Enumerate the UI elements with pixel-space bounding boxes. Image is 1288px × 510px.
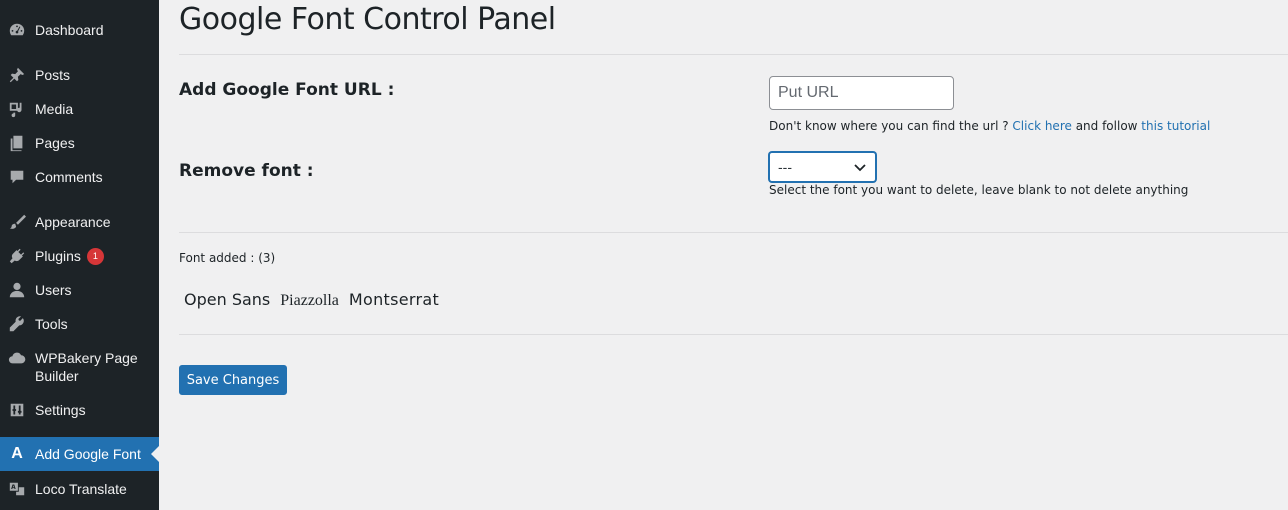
current-indicator-arrow [151, 446, 159, 462]
font-preview-item: Open Sans [184, 290, 271, 309]
sidebar-item-loco-translate[interactable]: Loco Translate [0, 479, 159, 499]
sidebar-item-settings[interactable]: Settings [0, 400, 159, 420]
sidebar-item-dashboard[interactable]: Dashboard [0, 20, 159, 40]
sidebar-item-label: Posts [35, 67, 71, 83]
dashboard-icon [7, 20, 27, 40]
font-preview-item: Montserrat [348, 290, 440, 309]
sidebar-item-label: WPBakery Page [35, 350, 138, 366]
sidebar-item-add-google-font[interactable]: A Add Google Font [0, 437, 159, 471]
tutorial-link[interactable]: this tutorial [1141, 119, 1210, 133]
divider [179, 54, 1288, 55]
save-changes-button[interactable]: Save Changes [179, 365, 287, 395]
sidebar-item-label: Dashboard [35, 22, 104, 38]
pushpin-icon [7, 65, 27, 85]
main-content: Google Font Control Panel Add Google Fon… [179, 0, 1288, 510]
remove-font-select[interactable]: --- [769, 152, 876, 182]
sidebar-item-appearance[interactable]: Appearance [0, 212, 159, 232]
sidebar-item-label: Settings [35, 402, 86, 418]
sidebar-item-posts[interactable]: Posts [0, 65, 159, 85]
sidebar-item-comments[interactable]: Comments [0, 167, 159, 187]
sidebar-item-pages[interactable]: Pages [0, 133, 159, 153]
add-font-url-label: Add Google Font URL : [179, 80, 395, 100]
plugin-icon [7, 246, 27, 266]
chevron-down-icon [854, 164, 866, 172]
fonts-added-count: Font added : (3) [179, 251, 276, 265]
font-url-input[interactable] [769, 76, 954, 110]
font-preview-item: Piazzolla [280, 292, 339, 309]
divider [179, 232, 1288, 233]
wrench-icon [7, 314, 27, 334]
letter-a-icon: A [11, 445, 23, 462]
remove-font-help-text: Select the font you want to delete, leav… [769, 183, 1189, 197]
admin-sidebar: Dashboard Posts Media Pages Comments App… [0, 0, 159, 510]
update-count-badge: 1 [86, 248, 104, 265]
sidebar-item-tools[interactable]: Tools [0, 314, 159, 334]
sidebar-item-plugins[interactable]: Plugins 1 [0, 246, 159, 266]
sidebar-item-label: Comments [35, 169, 103, 185]
sidebar-item-label: Users [35, 282, 72, 298]
sidebar-item-label: Media [35, 101, 74, 117]
paintbrush-icon [7, 212, 27, 232]
sidebar-item-label: Tools [35, 316, 68, 332]
sidebar-item-media[interactable]: Media [0, 99, 159, 119]
url-help-text: Don't know where you can find the url ? … [769, 119, 1211, 133]
select-value: --- [778, 159, 792, 175]
sidebar-item-wpbakery[interactable]: WPBakery Page Builder [0, 348, 159, 386]
media-icon [7, 99, 27, 119]
sidebar-item-label: Appearance [35, 214, 111, 230]
sidebar-item-label: Add Google Font [35, 446, 141, 462]
user-icon [7, 280, 27, 300]
cloud-icon [7, 348, 27, 368]
comment-icon [7, 167, 27, 187]
divider [179, 334, 1288, 335]
translate-icon [7, 479, 27, 499]
settings-sliders-icon [7, 400, 27, 420]
sidebar-item-label: Pages [35, 135, 75, 151]
sidebar-item-label: Plugins [35, 248, 81, 264]
remove-font-label: Remove font : [179, 161, 314, 181]
click-here-link[interactable]: Click here [1012, 119, 1071, 133]
font-preview-list: Open Sans Piazzolla Montserrat [184, 290, 439, 310]
sidebar-item-users[interactable]: Users [0, 280, 159, 300]
page-title: Google Font Control Panel [179, 2, 556, 37]
sidebar-item-label: Loco Translate [35, 481, 127, 497]
pages-icon [7, 133, 27, 153]
sidebar-item-label-line2: Builder [35, 368, 79, 384]
